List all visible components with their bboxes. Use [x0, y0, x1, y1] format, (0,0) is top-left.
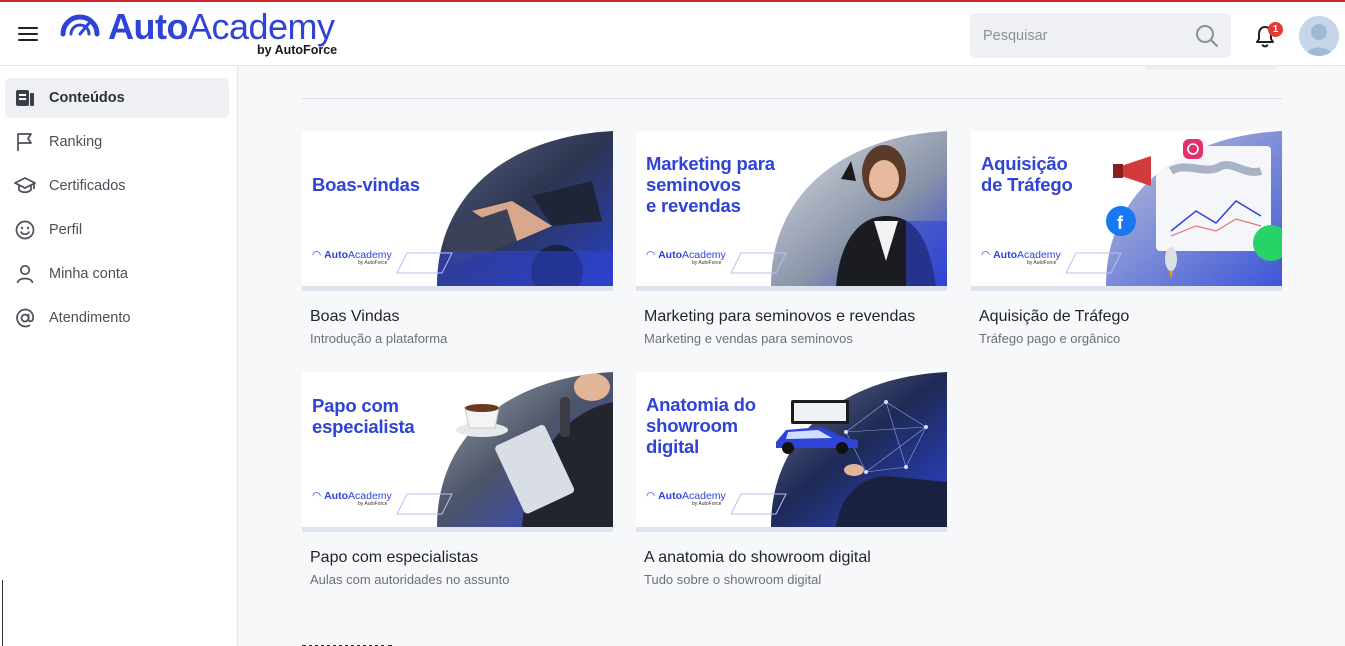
notification-badge: 1 — [1268, 22, 1283, 37]
logo-text: AutoAcademy — [108, 6, 335, 47]
window-edge — [2, 580, 3, 646]
brand-mark-icon: ◠ — [312, 249, 325, 261]
card-subtitle: Introdução a plataforma — [310, 331, 448, 346]
sidebar-item-ranking[interactable]: Ranking — [5, 122, 229, 162]
next-section-heading-fragment — [302, 640, 392, 646]
card-subtitle: Tudo sobre o showroom digital — [644, 572, 822, 587]
contents-icon — [14, 87, 36, 109]
course-card-marketing-seminovos[interactable]: Marketing para seminovos e revendas ◠ Au… — [636, 131, 947, 356]
svg-text:f: f — [1117, 213, 1124, 233]
section-divider — [302, 98, 1282, 99]
thumbnail-brand: ◠ AutoAcademy by AutoForce — [646, 490, 726, 507]
sidebar-item-label: Atendimento — [49, 310, 131, 326]
card-title: Marketing para seminovos e revendas — [644, 308, 916, 325]
thumbnail-brand: ◠ AutoAcademy by AutoForce — [981, 249, 1061, 266]
sidebar-item-certificados[interactable]: Certificados — [5, 166, 229, 206]
brand-mark-icon: ◠ — [312, 490, 325, 502]
course-thumbnail: f Aquisição de Tráfego ◠ AutoAcademy by … — [971, 131, 1282, 291]
card-title: Boas Vindas — [310, 308, 400, 325]
card-subtitle: Aulas com autoridades no assunto — [310, 572, 510, 587]
sidebar-item-label: Minha conta — [49, 266, 128, 282]
sidebar-item-conteudos[interactable]: Conteúdos — [5, 78, 229, 118]
default-avatar-icon — [1299, 16, 1339, 56]
thumbnail-brand: ◠ AutoAcademy by AutoForce — [646, 249, 726, 266]
sidebar-item-label: Certificados — [49, 178, 126, 194]
sidebar-item-minha-conta[interactable]: Minha conta — [5, 254, 229, 294]
avatar[interactable] — [1299, 16, 1339, 56]
thumbnail-title: Anatomia do showroom digital — [646, 394, 756, 457]
graduation-cap-icon — [14, 175, 36, 197]
course-card-aquisicao-trafego[interactable]: f Aquisição de Tráfego ◠ AutoAcademy by … — [971, 131, 1282, 356]
menu-icon[interactable] — [18, 26, 38, 42]
course-card-papo-especialista[interactable]: Papo com especialista ◠ AutoAcademy by A… — [302, 372, 613, 597]
thumbnail-title: Marketing para seminovos e revendas — [646, 153, 775, 216]
user-icon — [14, 263, 36, 285]
search-input[interactable] — [970, 13, 1231, 58]
sidebar: Conteúdos Ranking Certificados Perfil Mi… — [0, 66, 238, 646]
card-subtitle: Marketing e vendas para seminovos — [644, 331, 853, 346]
brand-mark-icon: ◠ — [646, 490, 659, 502]
course-card-boas-vindas[interactable]: Boas-vindas ◠ AutoAcademy by AutoForce B… — [302, 131, 613, 356]
brand-mark-icon: ◠ — [646, 249, 659, 261]
thumbnail-brand: ◠ AutoAcademy by AutoForce — [312, 490, 392, 507]
autoacademy-logo[interactable]: AutoAcademy by AutoForce — [60, 6, 370, 62]
course-thumbnail: Papo com especialista ◠ AutoAcademy by A… — [302, 372, 613, 532]
content-area[interactable]: Boas-vindas ◠ AutoAcademy by AutoForce B… — [238, 66, 1345, 646]
thumbnail-title: Boas-vindas — [312, 174, 420, 195]
sidebar-item-label: Conteúdos — [49, 90, 125, 106]
thumbnail-title: Aquisição de Tráfego — [981, 153, 1073, 195]
card-title: Aquisição de Tráfego — [979, 308, 1130, 325]
sidebar-item-atendimento[interactable]: Atendimento — [5, 298, 229, 338]
thumbnail-brand: ◠ AutoAcademy by AutoForce — [312, 249, 392, 266]
smile-icon — [14, 219, 36, 241]
search-icon[interactable] — [1194, 23, 1220, 49]
sidebar-item-label: Perfil — [49, 222, 83, 238]
flag-icon — [14, 131, 36, 153]
card-title: Papo com especialistas — [310, 549, 479, 566]
course-card-showroom-digital[interactable]: Anatomia do showroom digital ◠ AutoAcade… — [636, 372, 947, 597]
card-title: A anatomia do showroom digital — [644, 549, 871, 566]
top-bar: AutoAcademy by AutoForce 1 — [0, 0, 1345, 66]
thumbnail-title: Papo com especialista — [312, 395, 415, 437]
course-thumbnail: Marketing para seminovos e revendas ◠ Au… — [636, 131, 947, 291]
scrolled-control-fragment — [1146, 66, 1276, 70]
at-sign-icon — [14, 307, 36, 329]
course-thumbnail: Boas-vindas ◠ AutoAcademy by AutoForce — [302, 131, 613, 291]
card-subtitle: Tráfego pago e orgânico — [979, 331, 1121, 346]
sidebar-item-perfil[interactable]: Perfil — [5, 210, 229, 250]
brand-mark-icon: ◠ — [981, 249, 994, 261]
sidebar-item-label: Ranking — [49, 134, 103, 150]
speedometer-icon — [60, 14, 100, 37]
course-thumbnail: Anatomia do showroom digital ◠ AutoAcade… — [636, 372, 947, 532]
logo-byline: by AutoForce — [257, 43, 338, 57]
